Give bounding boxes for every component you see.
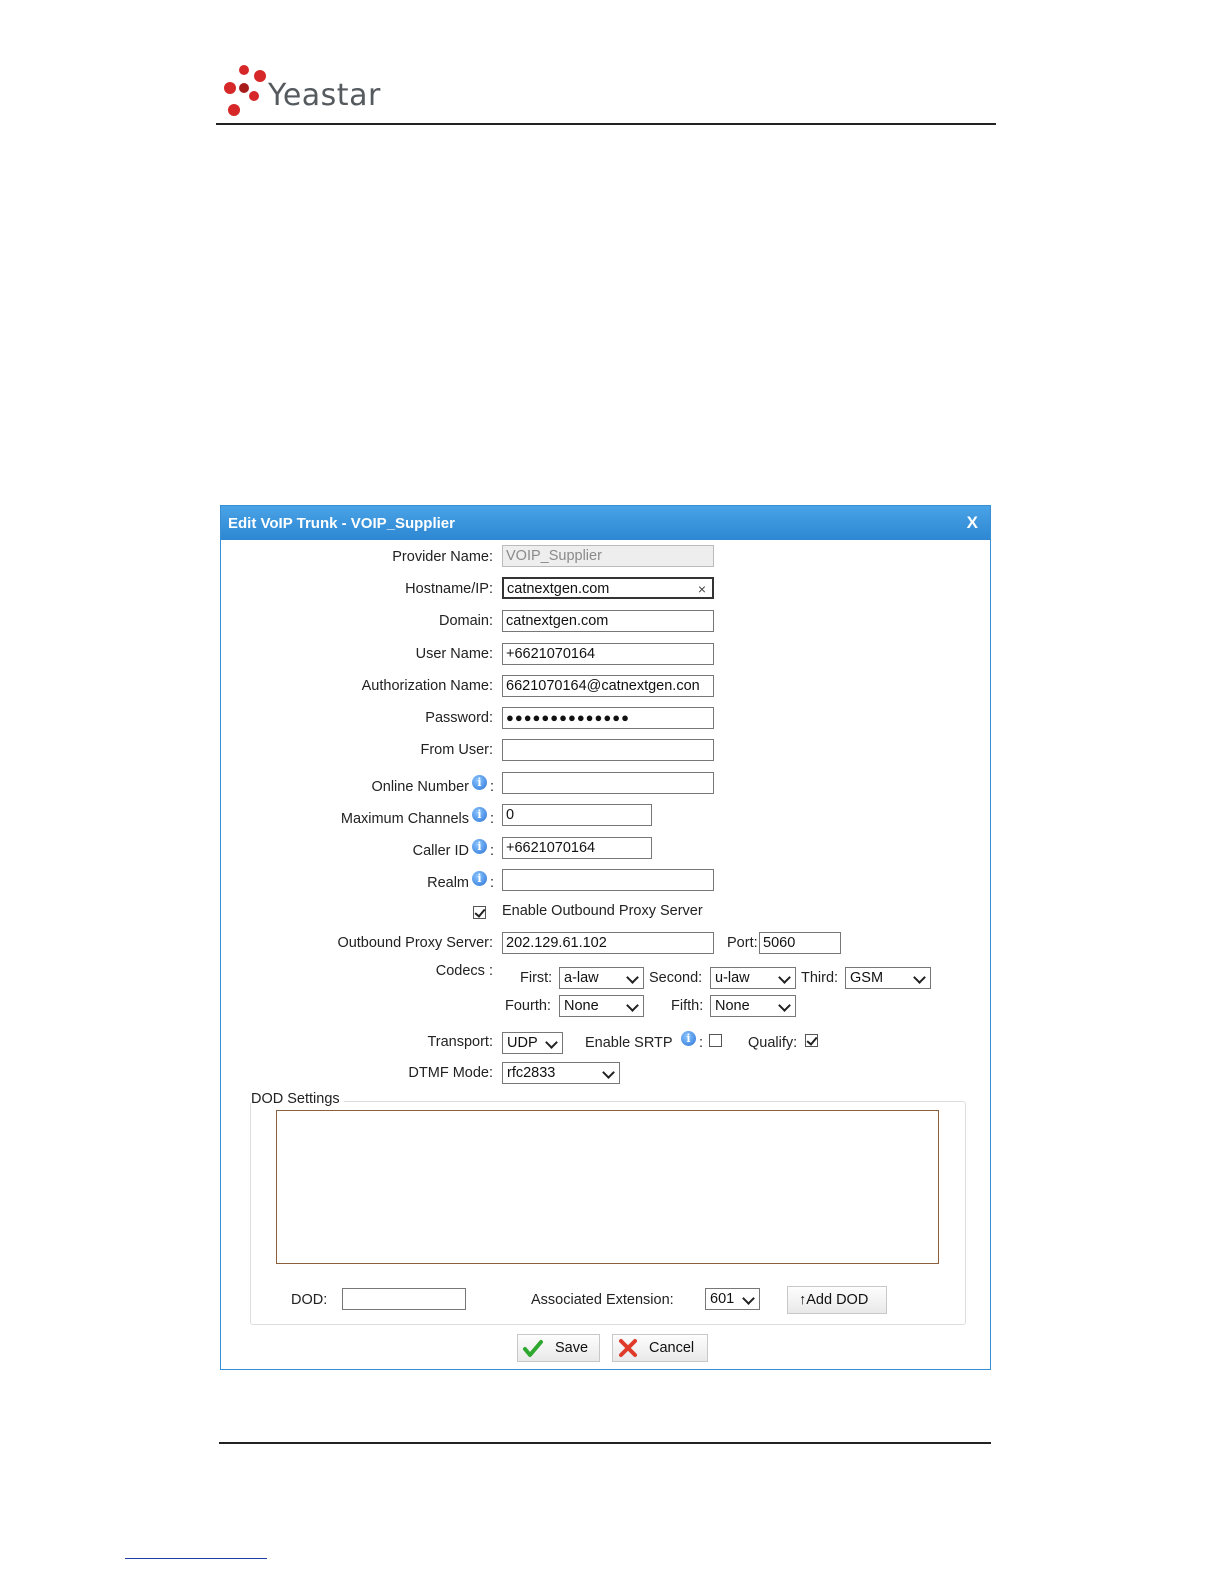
port-label: Port: (727, 935, 758, 951)
caller-id-label: Caller ID (412, 843, 469, 859)
codec-second-select[interactable]: u-law (710, 967, 796, 989)
info-icon[interactable]: i (472, 775, 487, 790)
qualify-label: Qualify: (748, 1035, 798, 1051)
chevron-down-icon (913, 971, 926, 984)
hostname-input[interactable]: catnextgen.com × (502, 577, 714, 599)
dod-input[interactable] (342, 1288, 466, 1310)
dtmf-mode-value: rfc2833 (507, 1065, 556, 1081)
edit-voip-trunk-dialog: Edit VoIP Trunk - VOIP_Supplier X Provid… (220, 505, 991, 1370)
brand-name: Yeastar (268, 78, 381, 113)
close-button[interactable]: X (967, 513, 978, 533)
info-icon[interactable]: i (472, 839, 487, 854)
codec-first-select[interactable]: a-law (559, 967, 644, 989)
user-name-input[interactable]: +6621070164 (502, 643, 714, 665)
chevron-down-icon (545, 1036, 558, 1049)
codec-first-label: First: (520, 970, 553, 986)
from-user-label: From User: (420, 742, 494, 758)
transport-label: Transport: (427, 1034, 493, 1050)
associated-extension-select[interactable]: 601 (705, 1288, 760, 1310)
checkmark-icon (523, 1340, 543, 1357)
header-divider (216, 123, 996, 125)
from-user-input[interactable] (502, 739, 714, 761)
chevron-down-icon (778, 971, 791, 984)
hostname-label: Hostname/IP: (405, 581, 493, 597)
associated-extension-label: Associated Extension: (531, 1292, 674, 1308)
online-number-input[interactable] (502, 772, 714, 794)
codec-second-label: Second: (649, 970, 703, 986)
cancel-label: Cancel (649, 1340, 695, 1356)
enable-srtp-label: Enable SRTP (585, 1035, 673, 1051)
info-icon[interactable]: i (472, 871, 487, 886)
codec-third-select[interactable]: GSM (845, 967, 931, 989)
maximum-channels-label: Maximum Channels (340, 811, 469, 827)
add-dod-label: ↑Add DOD (799, 1292, 869, 1308)
colon: : (490, 843, 495, 859)
colon: : (699, 1035, 704, 1051)
dod-label: DOD: (291, 1292, 328, 1308)
dialog-titlebar: Edit VoIP Trunk - VOIP_Supplier X (221, 506, 990, 540)
online-number-label: Online Number (371, 779, 469, 795)
codec-fifth-value: None (715, 998, 750, 1014)
authorization-name-label: Authorization Name: (361, 678, 493, 694)
password-input[interactable]: ●●●●●●●●●●●●●● (502, 707, 714, 729)
provider-name-label: Provider Name: (392, 549, 493, 565)
codec-third-label: Third: (801, 970, 839, 986)
codec-fourth-select[interactable]: None (559, 995, 644, 1017)
codec-fifth-select[interactable]: None (710, 995, 796, 1017)
colon: : (490, 811, 495, 827)
chevron-down-icon (602, 1066, 615, 1079)
authorization-name-input[interactable]: 6621070164@catnextgen.con (502, 675, 714, 697)
realm-label: Realm (427, 875, 469, 891)
outbound-proxy-server-label: Outbound Proxy Server: (337, 935, 493, 951)
enable-outbound-proxy-checkbox[interactable] (473, 906, 486, 919)
hostname-value: catnextgen.com (507, 581, 610, 597)
codec-third-value: GSM (850, 970, 884, 986)
domain-label: Domain: (439, 613, 493, 629)
maximum-channels-input[interactable]: 0 (502, 804, 652, 826)
chevron-down-icon (778, 999, 791, 1012)
codec-fifth-label: Fifth: (671, 998, 704, 1014)
cancel-x-icon (619, 1339, 637, 1357)
transport-value: UDP (507, 1035, 538, 1051)
dod-settings-legend: DOD Settings (251, 1091, 344, 1107)
password-label: Password: (425, 710, 493, 726)
footer-divider (219, 1442, 991, 1444)
info-icon[interactable]: i (681, 1031, 696, 1046)
codec-fourth-label: Fourth: (505, 998, 551, 1014)
enable-srtp-checkbox[interactable] (709, 1034, 722, 1047)
dtmf-mode-label: DTMF Mode: (408, 1065, 493, 1081)
dod-list[interactable] (276, 1110, 939, 1264)
codec-fourth-value: None (564, 998, 599, 1014)
cancel-button[interactable]: Cancel (612, 1334, 708, 1362)
codecs-label: Codecs : (435, 963, 493, 979)
save-button[interactable]: Save (517, 1334, 600, 1362)
info-icon[interactable]: i (472, 807, 487, 822)
add-dod-button[interactable]: ↑Add DOD (787, 1286, 887, 1314)
caller-id-input[interactable]: +6621070164 (502, 837, 652, 859)
chevron-down-icon (626, 971, 639, 984)
domain-input[interactable]: catnextgen.com (502, 610, 714, 632)
provider-name-input: VOIP_Supplier (502, 545, 714, 567)
footer-link[interactable] (125, 1558, 267, 1559)
chevron-down-icon (626, 999, 639, 1012)
clear-icon[interactable]: × (698, 580, 706, 597)
port-input[interactable]: 5060 (759, 932, 841, 954)
save-label: Save (555, 1340, 589, 1356)
realm-input[interactable] (502, 869, 714, 891)
qualify-checkbox[interactable] (805, 1034, 818, 1047)
chevron-down-icon (742, 1292, 755, 1305)
user-name-label: User Name: (415, 646, 493, 662)
transport-select[interactable]: UDP (502, 1032, 563, 1054)
dialog-title: Edit VoIP Trunk - VOIP_Supplier (228, 515, 455, 532)
outbound-proxy-server-input[interactable]: 202.129.61.102 (502, 932, 714, 954)
associated-extension-value: 601 (710, 1291, 735, 1307)
codec-second-value: u-law (715, 970, 750, 986)
colon: : (490, 875, 495, 891)
colon: : (490, 779, 495, 795)
dtmf-mode-select[interactable]: rfc2833 (502, 1062, 620, 1084)
codec-first-value: a-law (564, 970, 599, 986)
enable-outbound-proxy-label: Enable Outbound Proxy Server (502, 903, 703, 919)
